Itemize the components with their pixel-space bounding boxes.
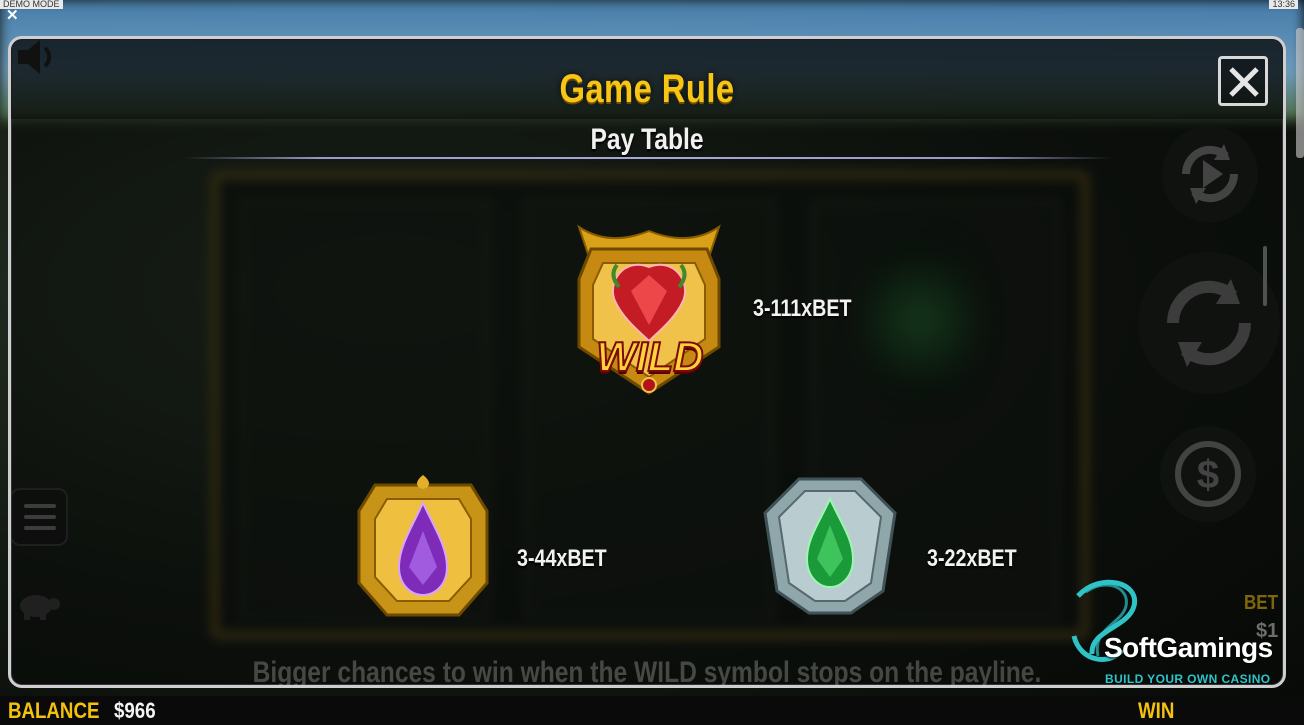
exit-game-button[interactable]: ✕ — [6, 8, 19, 23]
title-divider — [183, 157, 1113, 159]
game-screen: DEMO MODE 13:36 ✕ $ Game Rule — [0, 0, 1304, 725]
wild-hint-text: Bigger chances to win when the WILD symb… — [252, 656, 1042, 688]
green-gem-payout: 3-22xBET — [927, 545, 1017, 572]
watermark-name: SoftGamings — [1104, 632, 1273, 663]
balance-label: BALANCE — [8, 698, 100, 723]
softgamings-watermark: SoftGamings BUILD YOUR OWN CASINO — [1070, 576, 1300, 688]
close-icon — [1229, 67, 1259, 97]
purple-gem-payout: 3-44xBET — [517, 545, 607, 572]
green-gem-icon — [763, 477, 897, 615]
watermark-tagline: BUILD YOUR OWN CASINO — [1105, 672, 1271, 686]
close-dialog-button[interactable] — [1218, 56, 1268, 106]
win-label: WIN — [1138, 698, 1175, 723]
purple-gem-icon — [357, 475, 489, 617]
system-clock: 13:36 — [1269, 0, 1298, 9]
balance-value: $966 — [114, 698, 156, 723]
dialog-title: Game Rule — [559, 67, 735, 111]
wild-symbol-text: WILD — [595, 332, 704, 381]
page-scrollbar[interactable] — [1296, 28, 1304, 158]
status-bar: BALANCE $966 WIN — [0, 696, 1304, 725]
dialog-subtitle: Pay Table — [590, 123, 704, 156]
wild-payout: 3-111xBET — [753, 295, 852, 322]
